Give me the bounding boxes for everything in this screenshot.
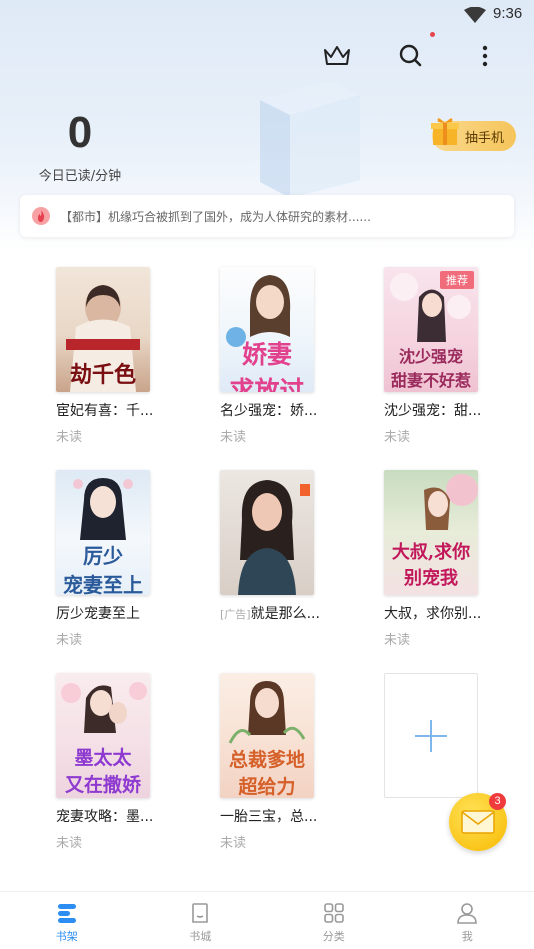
book-item[interactable]: 沈少强宠 甜妻不好惹 推荐 沈少强宠：甜... 未读 — [384, 267, 494, 445]
category-icon — [323, 903, 344, 923]
gift-icon — [431, 118, 459, 145]
book-item[interactable]: 劫千色 宦妃有喜：千... 未读 — [56, 267, 166, 445]
recommend-badge: 推荐 — [440, 271, 474, 289]
book-item[interactable]: 娇妻 求放过 名少强宠：娇... 未读 — [220, 267, 330, 445]
plus-icon — [415, 719, 447, 752]
book-title: 大叔，求你别... — [384, 606, 482, 622]
ad-cover — [220, 470, 314, 595]
book-item[interactable]: 大叔,求你 别宠我 大叔，求你别... 未读 — [384, 470, 494, 648]
tab-category[interactable]: 分类 — [267, 892, 401, 949]
book-cover: 劫千色 — [56, 267, 150, 392]
book-title: 沈少强宠：甜... — [384, 403, 482, 419]
ad-tag: [广告] — [220, 608, 251, 621]
book-title: [广告]就是那么... — [220, 603, 330, 623]
book-title: 厉少宠妻至上 — [56, 606, 140, 622]
book-cover: 总裁爹地 超给力 — [220, 673, 314, 798]
book-read-status: 未读 — [56, 430, 83, 445]
notice-text: 【都市】机缘巧合被抓到了国外，成为人体研究的素材...... — [60, 209, 371, 224]
book-title: 宦妃有喜：千... — [56, 403, 154, 419]
book-read-status: 未读 — [220, 430, 247, 445]
book-item[interactable]: 厉少 宠妻至上 厉少宠妻至上 未读 — [56, 470, 166, 648]
book-read-status: 未读 — [56, 633, 83, 648]
book-read-status: 未读 — [384, 633, 411, 648]
search-notification-dot — [430, 32, 435, 37]
bottom-tab-bar: 书架 书城 分类 我 — [0, 891, 534, 949]
tab-label: 书城 — [189, 930, 212, 943]
book-cover: 大叔,求你 别宠我 — [384, 470, 478, 595]
book-item[interactable]: 墨太太 又在撒娇 宠妻攻略：墨... 未读 — [56, 673, 166, 851]
book-read-status: 未读 — [384, 430, 411, 445]
tab-label: 书架 — [55, 930, 78, 943]
today-reading-label: 今日已读/分钟 — [38, 169, 122, 184]
ad-title: 就是那么... — [250, 606, 320, 622]
notice-banner[interactable]: 【都市】机缘巧合被抓到了国外，成为人体研究的素材...... — [20, 195, 514, 237]
today-reading-minutes: 0 — [67, 108, 93, 157]
tab-label: 分类 — [322, 930, 345, 943]
tab-profile[interactable]: 我 — [401, 892, 534, 949]
tab-bookstore[interactable]: 书城 — [134, 892, 268, 949]
envelope-icon — [461, 810, 495, 834]
profile-icon — [457, 903, 478, 924]
book-item[interactable]: 总裁爹地 超给力 一胎三宝，总... 未读 — [220, 673, 330, 851]
book-title: 一胎三宝，总... — [220, 809, 318, 825]
mail-count-badge: 3 — [489, 793, 506, 810]
vip-crown-icon[interactable] — [319, 38, 355, 74]
status-time: 9:36 — [493, 5, 523, 22]
lottery-label: 抽手机 — [464, 130, 504, 146]
more-menu-icon[interactable] — [467, 38, 503, 74]
book-cover: 墨太太 又在撒娇 — [56, 673, 150, 798]
book-cover: 厉少 宠妻至上 — [56, 470, 150, 595]
bookstore-icon — [192, 903, 209, 923]
book-read-status: 未读 — [56, 836, 83, 851]
tab-label: 我 — [461, 930, 473, 943]
bookshelf-icon — [57, 904, 76, 923]
book-cover: 沈少强宠 甜妻不好惹 推荐 — [384, 267, 478, 392]
book-read-status: 未读 — [220, 836, 247, 851]
ad-item[interactable]: [广告]就是那么... — [220, 470, 330, 623]
book-title: 宠妻攻略：墨... — [56, 809, 154, 825]
search-icon[interactable] — [393, 38, 429, 74]
wifi-icon — [464, 7, 486, 23]
hot-fire-icon — [32, 207, 50, 225]
status-bar: 9:36 — [0, 0, 534, 30]
tab-bookshelf[interactable]: 书架 — [0, 892, 134, 949]
gift-box-decoration-icon — [260, 80, 360, 198]
book-cover: 娇妻 求放过 — [220, 267, 314, 392]
book-title: 名少强宠：娇... — [220, 403, 318, 419]
add-book-button[interactable] — [384, 673, 478, 798]
